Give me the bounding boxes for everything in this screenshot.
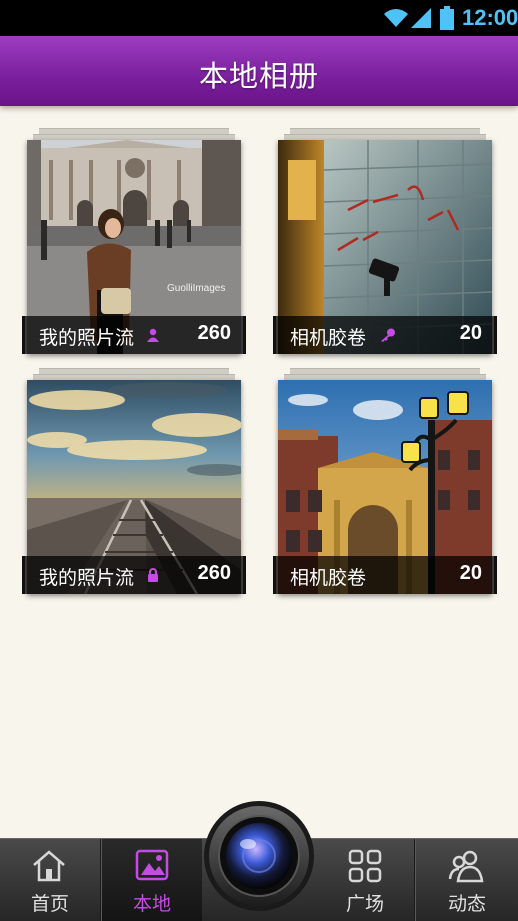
album-name: 相机胶卷 xyxy=(290,327,367,349)
lock-icon xyxy=(148,568,158,582)
nav-tab-local[interactable]: 本地 xyxy=(102,839,202,921)
signal-icon xyxy=(411,8,431,28)
album-name: 我的照片流 xyxy=(39,327,135,349)
album-caption: 相机胶卷 20 xyxy=(273,556,497,594)
cover-watermark: GuolliImages xyxy=(167,283,225,294)
image-icon xyxy=(135,849,169,881)
nav-label: 动态 xyxy=(447,893,486,915)
album-count: 260 xyxy=(197,322,231,344)
album-card-photostream-2[interactable]: 我的照片流 260 xyxy=(22,368,246,594)
wifi-icon xyxy=(384,9,408,27)
album-caption: 相机胶卷 20 xyxy=(273,316,497,354)
person-icon xyxy=(147,328,159,342)
nav-label: 首页 xyxy=(30,893,69,915)
status-bar: 12:00 xyxy=(0,0,518,36)
nav-tab-square[interactable]: 广场 xyxy=(316,839,414,921)
nav-label: 广场 xyxy=(345,893,384,915)
album-count: 20 xyxy=(459,322,482,344)
album-card-camera-roll-2[interactable]: 相机胶卷 20 xyxy=(273,368,497,594)
camera-icon xyxy=(204,801,314,911)
nav-tab-feed[interactable]: 动态 xyxy=(416,839,518,921)
album-name: 我的照片流 xyxy=(39,567,135,589)
album-name: 相机胶卷 xyxy=(290,567,367,589)
grid-icon xyxy=(348,849,382,883)
people-icon xyxy=(448,850,484,883)
key-icon xyxy=(381,328,395,342)
home-icon xyxy=(33,850,65,882)
nav-tab-home[interactable]: 首页 xyxy=(0,839,100,921)
nav-label: 本地 xyxy=(132,893,171,915)
album-caption: 我的照片流 260 xyxy=(22,316,246,354)
app-header: 本地相册 xyxy=(0,36,518,106)
album-card-camera-roll-1[interactable]: 相机胶卷 20 xyxy=(273,128,497,354)
status-time: 12:00 xyxy=(462,5,518,30)
album-count: 20 xyxy=(459,562,482,584)
album-caption: 我的照片流 260 xyxy=(22,556,246,594)
album-count: 260 xyxy=(197,562,231,584)
album-card-photostream-1[interactable]: GuolliImages 我的照片流 260 xyxy=(22,128,246,354)
camera-button[interactable] xyxy=(203,800,315,912)
battery-icon xyxy=(440,6,454,30)
page-title: 本地相册 xyxy=(198,59,319,93)
